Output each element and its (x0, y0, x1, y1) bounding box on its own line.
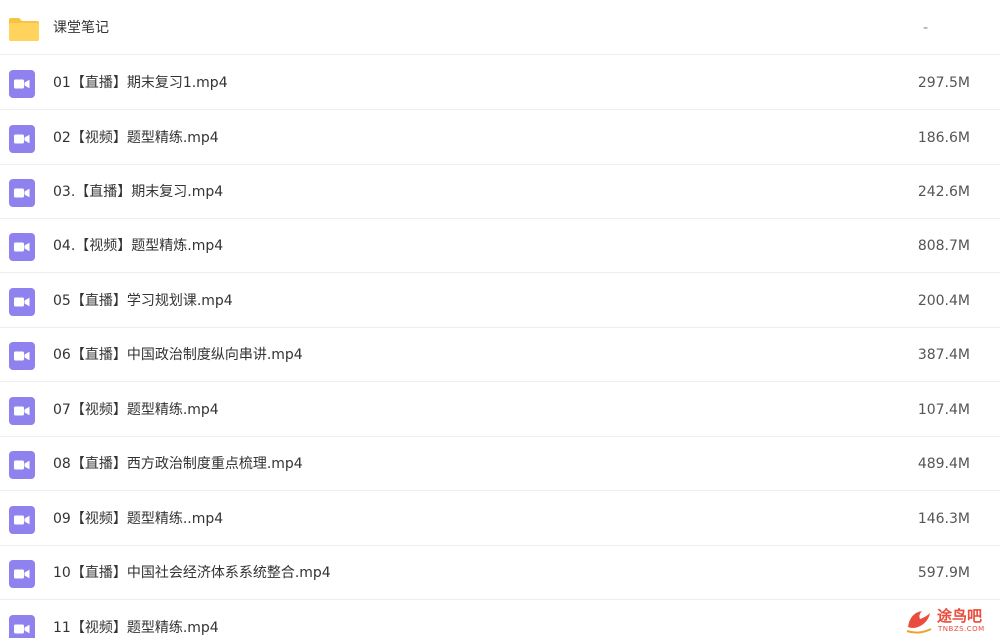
file-size: 387.4M (917, 347, 970, 363)
video-file-icon (9, 70, 35, 98)
file-row[interactable]: 02【视频】题型精练.mp4 186.6M (0, 111, 1000, 165)
file-row[interactable]: 04.【视频】题型精炼.mp4 808.7M (0, 219, 1000, 273)
video-file-icon (9, 125, 35, 153)
file-size: 489.4M (917, 456, 970, 472)
video-file-icon (9, 506, 35, 534)
file-name: 05【直播】学习规划课.mp4 (53, 293, 233, 309)
file-size: 146.3M (917, 511, 970, 527)
file-name: 01【直播】期末复习1.mp4 (53, 75, 228, 91)
file-row[interactable]: 07【视频】题型精练.mp4 107.4M (0, 383, 1000, 437)
file-list: 课堂笔记 - 01【直播】期末复习1.mp4 297.5M 02【视频】题型精练… (0, 0, 1000, 638)
file-size: 186.6M (917, 130, 970, 146)
file-size: 597.9M (917, 565, 970, 581)
watermark-logo: 途鸟吧 TNBZS.COM (904, 603, 996, 637)
file-name: 09【视频】题型精练..mp4 (53, 511, 224, 527)
file-name: 07【视频】题型精练.mp4 (53, 402, 219, 418)
video-file-icon (9, 451, 35, 479)
folder-row-notes[interactable]: 课堂笔记 - (0, 1, 1000, 55)
watermark-text: 途鸟吧 (937, 607, 983, 625)
video-file-icon (9, 179, 35, 207)
bird-logo-icon (904, 605, 934, 638)
video-file-icon (9, 342, 35, 370)
file-size: 297.5M (917, 75, 970, 91)
file-size: 200.4M (917, 293, 970, 309)
file-row[interactable]: 03.【直播】期末复习.mp4 242.6M (0, 165, 1000, 219)
video-file-icon (9, 560, 35, 588)
file-row[interactable]: 05【直播】学习规划课.mp4 200.4M (0, 274, 1000, 328)
file-row[interactable]: 08【直播】西方政治制度重点梳理.mp4 489.4M (0, 437, 1000, 491)
file-row[interactable]: 10【直播】中国社会经济体系系统整合.mp4 597.9M (0, 546, 1000, 600)
video-file-icon (9, 397, 35, 425)
file-name: 06【直播】中国政治制度纵向串讲.mp4 (53, 347, 303, 363)
file-size: 107.4M (917, 402, 970, 418)
file-row[interactable]: 01【直播】期末复习1.mp4 297.5M (0, 56, 1000, 110)
file-name: 04.【视频】题型精炼.mp4 (53, 238, 224, 254)
file-name: 课堂笔记 (53, 20, 109, 36)
file-size: 808.7M (917, 238, 970, 254)
file-name: 11【视频】题型精练.mp4 (53, 620, 219, 636)
file-row[interactable]: 06【直播】中国政治制度纵向串讲.mp4 387.4M (0, 328, 1000, 382)
video-file-icon (9, 288, 35, 316)
file-size: - (922, 20, 928, 36)
file-size: 242.6M (917, 184, 970, 200)
file-name: 02【视频】题型精练.mp4 (53, 130, 219, 146)
video-file-icon (9, 615, 35, 638)
watermark-subtext: TNBZS.COM (938, 625, 985, 633)
video-file-icon (9, 233, 35, 261)
file-name: 08【直播】西方政治制度重点梳理.mp4 (53, 456, 303, 472)
folder-icon (9, 15, 39, 43)
file-row[interactable]: 11【视频】题型精练.mp4 (0, 601, 1000, 638)
file-name: 03.【直播】期末复习.mp4 (53, 184, 224, 200)
file-row[interactable]: 09【视频】题型精练..mp4 146.3M (0, 492, 1000, 546)
file-name: 10【直播】中国社会经济体系系统整合.mp4 (53, 565, 331, 581)
